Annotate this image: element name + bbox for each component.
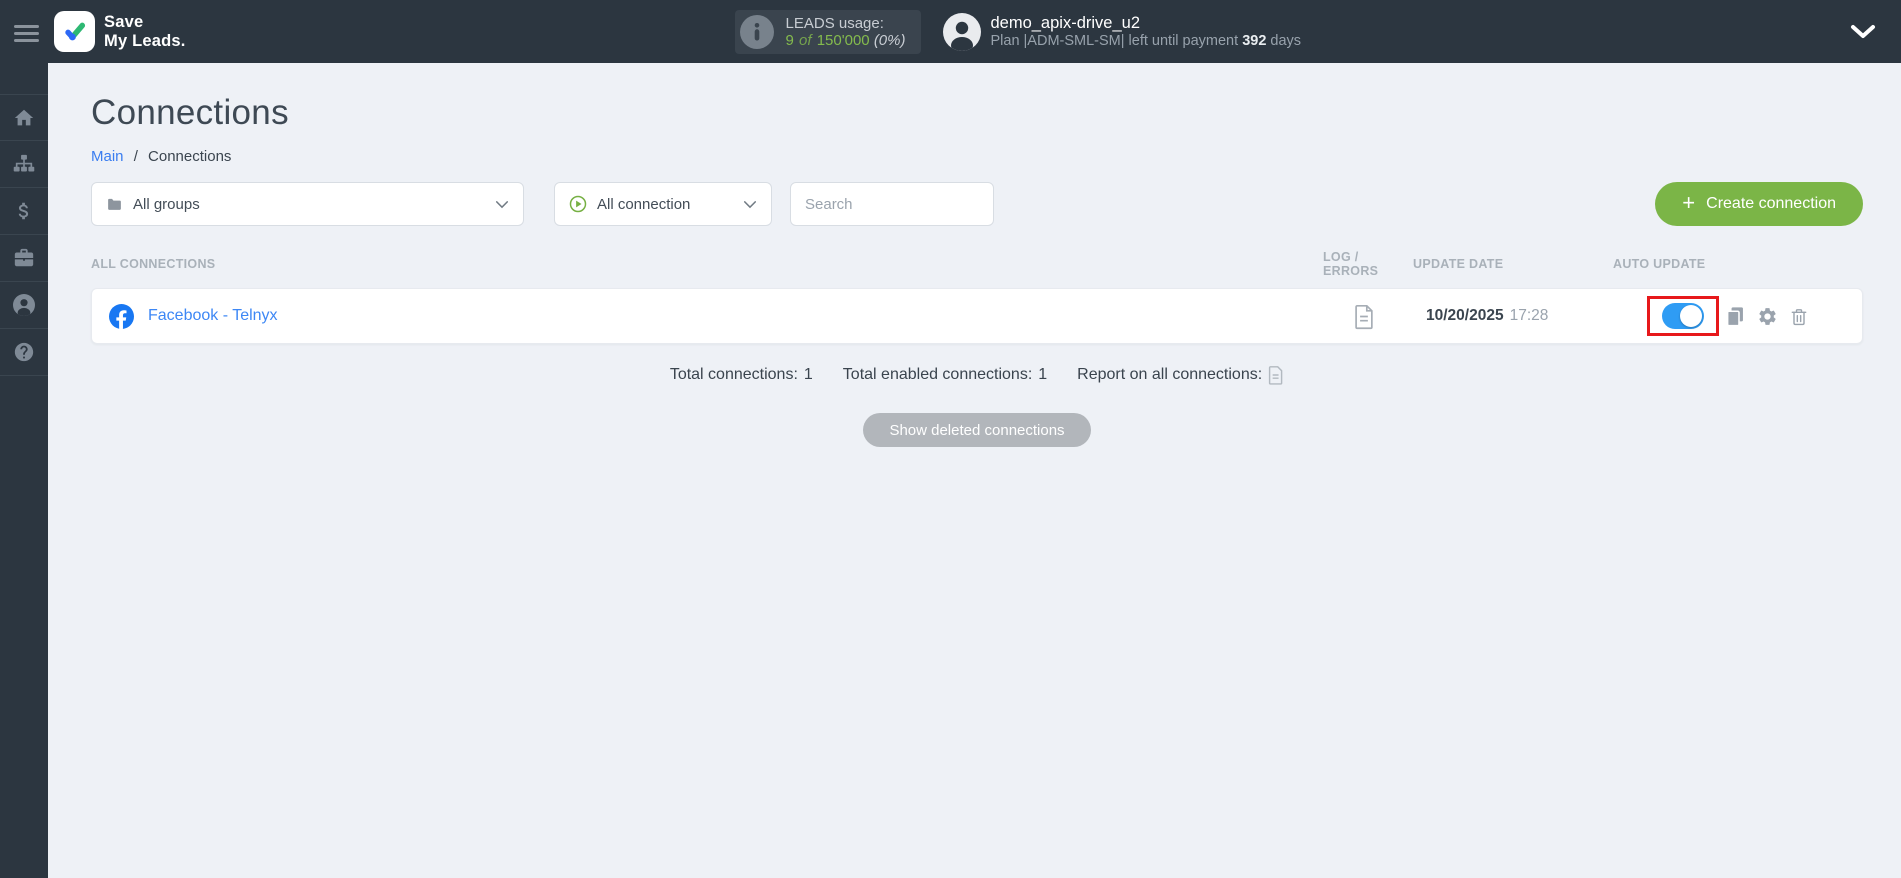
total-enabled-value: 1: [1038, 366, 1048, 383]
copy-icon[interactable]: [1725, 306, 1746, 327]
search-input[interactable]: [790, 182, 994, 226]
hamburger-menu-icon[interactable]: [14, 24, 39, 42]
play-circle-icon: [569, 195, 587, 213]
account-username: demo_apix-drive_u2: [990, 13, 1140, 32]
logo-check-icon: [54, 11, 95, 52]
sidebar-item-services[interactable]: [0, 235, 48, 282]
breadcrumb-main-link[interactable]: Main: [91, 148, 124, 165]
leads-usage-numbers: 9 of 150'000 (0%): [785, 31, 906, 49]
summary-row: Total connections: 1 Total enabled conne…: [91, 365, 1863, 385]
show-deleted-button[interactable]: Show deleted connections: [863, 413, 1091, 447]
column-log-errors: LOG / ERRORS: [1323, 250, 1379, 278]
sitemap-icon: [13, 154, 35, 172]
groups-filter-select[interactable]: All groups: [91, 182, 524, 226]
leads-total-count: 150'000: [816, 31, 870, 49]
auto-update-cell: [1607, 296, 1725, 336]
leads-usage-percent: (0%): [873, 31, 906, 49]
total-connections-value: 1: [803, 366, 813, 383]
connection-name-cell: Facebook - Telnyx: [109, 303, 1317, 329]
logo-text: Save My Leads.: [104, 12, 186, 50]
table-header: ALL CONNECTIONS LOG / ERRORS UPDATE DATE…: [91, 250, 1863, 278]
connection-filter-value: All connection: [597, 195, 691, 213]
sidebar: [0, 63, 48, 878]
update-date-cell: 10/20/2025 17:28: [1412, 307, 1607, 325]
sidebar-item-billing[interactable]: [0, 188, 48, 235]
connection-filter-select[interactable]: All connection: [554, 182, 772, 226]
main-content: Connections Main / Connections All group…: [48, 63, 1901, 878]
create-connection-label: Create connection: [1706, 195, 1836, 212]
dollar-icon: [18, 202, 29, 220]
create-connection-button[interactable]: + Create connection: [1655, 182, 1863, 226]
breadcrumb-separator: /: [133, 148, 138, 165]
days-until-payment: 392: [1242, 32, 1267, 49]
account-menu[interactable]: demo_apix-drive_u2 Plan |ADM-SML-SM| lef…: [943, 12, 1301, 51]
home-icon: [14, 109, 34, 125]
connection-link[interactable]: Facebook - Telnyx: [148, 307, 278, 325]
chevron-down-icon: [495, 200, 509, 209]
update-date-value: 10/20/2025: [1426, 307, 1504, 324]
connection-row: Facebook - Telnyx 10/20/2025 17:28: [91, 288, 1863, 344]
avatar-icon: [943, 12, 982, 51]
sidebar-item-home[interactable]: [0, 94, 48, 141]
sidebar-item-profile[interactable]: [0, 282, 48, 329]
filter-row: All groups All connection + Create conne…: [91, 182, 1863, 226]
log-document-icon[interactable]: [1354, 303, 1375, 330]
report-document-icon[interactable]: [1268, 365, 1284, 385]
leads-usage-label: LEADS usage:: [785, 14, 884, 32]
update-time-value: 17:28: [1509, 307, 1549, 324]
page-title: Connections: [91, 93, 289, 132]
plus-icon: +: [1682, 190, 1696, 215]
user-icon: [13, 294, 35, 316]
show-deleted-wrap: Show deleted connections: [91, 413, 1863, 447]
breadcrumb-current: Connections: [148, 148, 232, 165]
question-icon: [14, 342, 34, 362]
chevron-down-icon: [743, 200, 757, 209]
total-enabled-connections: Total enabled connections: 1: [842, 366, 1048, 383]
top-header: Save My Leads. LEADS usage: 9 of 150'000…: [0, 0, 1901, 63]
row-actions-cell: [1725, 306, 1845, 327]
leads-usage-text: LEADS usage: 9 of 150'000 (0%): [786, 15, 906, 49]
log-errors-cell: [1317, 303, 1412, 330]
leads-used-count: 9: [785, 31, 794, 49]
account-plan-info: Plan |ADM-SML-SM| left until payment 392…: [990, 32, 1302, 49]
report-all-connections: Report on all connections:: [1077, 365, 1284, 385]
account-chevron-down-icon[interactable]: [1850, 24, 1876, 39]
sidebar-item-help[interactable]: [0, 329, 48, 376]
total-connections: Total connections: 1: [669, 366, 813, 383]
groups-filter-value: All groups: [133, 195, 200, 213]
briefcase-icon: [14, 248, 34, 267]
sidebar-item-connections[interactable]: [0, 141, 48, 188]
trash-icon[interactable]: [1789, 306, 1809, 327]
gear-icon[interactable]: [1757, 306, 1778, 327]
app-logo[interactable]: Save My Leads.: [54, 11, 186, 52]
account-text: demo_apix-drive_u2 Plan |ADM-SML-SM| lef…: [990, 14, 1301, 50]
breadcrumb: Main / Connections: [91, 148, 1863, 165]
auto-update-toggle[interactable]: [1662, 303, 1704, 329]
column-update-date: UPDATE DATE: [1413, 257, 1504, 271]
auto-update-highlight-box: [1647, 296, 1719, 336]
leads-usage-panel: LEADS usage: 9 of 150'000 (0%): [734, 9, 922, 54]
facebook-icon: [109, 303, 134, 329]
column-auto-update: AUTO UPDATE: [1613, 257, 1706, 271]
toggle-knob: [1680, 305, 1702, 327]
column-all-connections: ALL CONNECTIONS: [91, 257, 216, 271]
info-icon: [739, 14, 774, 49]
folder-icon: [108, 198, 121, 210]
